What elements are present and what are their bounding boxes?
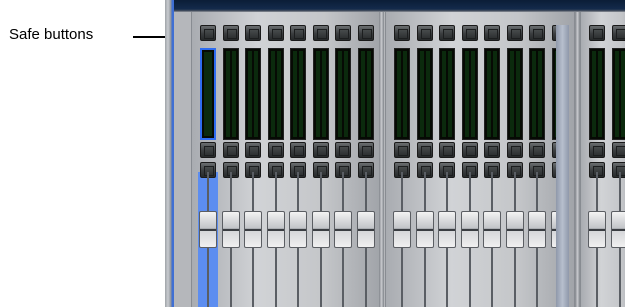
bank-divider [575,12,580,307]
channel-strip [505,12,525,307]
meter-icon [335,48,351,140]
meter-icon [245,48,261,140]
fader-icon[interactable] [266,211,285,248]
channel-button[interactable] [484,142,500,158]
safe-button[interactable] [357,25,374,41]
fader-icon[interactable] [334,211,352,248]
channel-button[interactable] [394,142,410,158]
fader-icon[interactable] [199,211,217,248]
fader-icon[interactable] [415,211,434,248]
meter-icon [461,48,478,140]
meter-icon [312,48,329,140]
channel-button[interactable] [267,142,284,158]
safe-button[interactable] [439,25,455,41]
bank-divider [379,12,384,307]
fader-icon[interactable] [438,211,456,248]
fader-icon[interactable] [221,211,240,248]
fader-icon[interactable] [460,211,479,248]
mixer-console [165,0,625,307]
channel-strip [333,12,353,307]
meter-icon [439,48,455,140]
safe-button[interactable] [245,25,261,41]
meter-icon [506,48,523,140]
safe-button[interactable] [484,25,500,41]
window-frame-left [165,0,174,307]
safe-button[interactable] [589,25,605,41]
meter-icon [267,48,284,140]
channel-button[interactable] [222,142,239,158]
channel-bank-2 [385,12,575,307]
fader-icon[interactable] [610,211,625,248]
meter-icon [484,48,500,140]
channel-strip [392,12,412,307]
safe-button[interactable] [312,25,329,41]
safe-button[interactable] [335,25,351,41]
channel-strip [415,12,435,307]
channel-button[interactable] [416,142,433,158]
channel-strip [311,12,331,307]
console-top-bar [174,0,625,12]
meter-icon [611,48,625,140]
bank-scrollbar[interactable] [556,25,569,307]
channel-strip [460,12,480,307]
channel-strip [437,12,457,307]
safe-buttons-label: Safe buttons [9,26,94,43]
fader-icon[interactable] [483,211,501,248]
fader-icon[interactable] [393,211,411,248]
channel-strip [482,12,502,307]
fader-icon[interactable] [311,211,330,248]
channel-button[interactable] [357,142,374,158]
channel-button[interactable] [245,142,261,158]
channel-strip [356,12,376,307]
channel-bank-1 [191,12,381,307]
channel-strip [288,12,308,307]
safe-button[interactable] [222,25,239,41]
meter-icon [589,48,605,140]
channel-button[interactable] [200,142,216,158]
meter-icon [290,48,306,140]
channel-strip [221,12,241,307]
safe-button[interactable] [267,25,284,41]
channel-strip [198,12,218,307]
safe-button[interactable] [200,25,216,41]
channel-button[interactable] [506,142,523,158]
meter-icon [394,48,410,140]
channel-button[interactable] [312,142,329,158]
meter-icon [416,48,433,140]
fader-icon[interactable] [356,211,375,248]
fader-icon[interactable] [528,211,546,248]
safe-button[interactable] [611,25,625,41]
channel-button[interactable] [290,142,306,158]
channel-strip [610,12,625,307]
safe-button[interactable] [290,25,306,41]
safe-button[interactable] [461,25,478,41]
channel-strip [243,12,263,307]
channel-strip [266,12,286,307]
fader-icon[interactable] [505,211,524,248]
channel-button[interactable] [529,142,545,158]
channel-strip [527,12,547,307]
fader-icon[interactable] [289,211,307,248]
channel-button[interactable] [589,142,605,158]
fader-icon[interactable] [588,211,606,248]
channel-button[interactable] [335,142,351,158]
channel-button[interactable] [461,142,478,158]
safe-button[interactable] [529,25,545,41]
channel-button[interactable] [439,142,455,158]
safe-button[interactable] [394,25,410,41]
meter-icon [357,48,374,140]
channel-button[interactable] [611,142,625,158]
safe-button[interactable] [416,25,433,41]
meter-icon [200,48,216,140]
channel-strip [587,12,607,307]
meter-icon [222,48,239,140]
meter-icon [529,48,545,140]
fader-icon[interactable] [244,211,262,248]
channel-bank-3 [580,12,625,307]
safe-button[interactable] [506,25,523,41]
